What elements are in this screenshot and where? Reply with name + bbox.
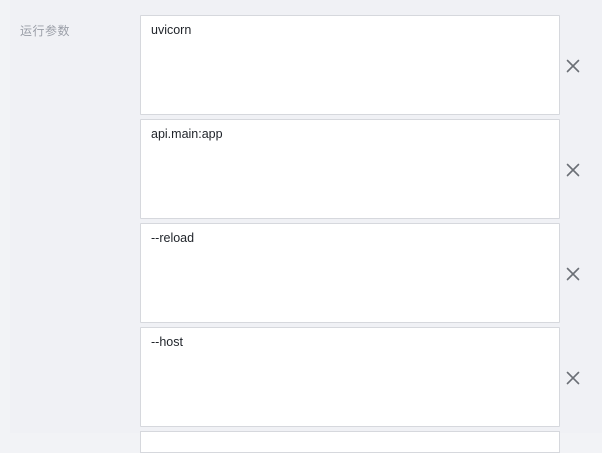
arg-row: --reload [140,223,600,323]
arg-row: api.main:app [140,119,600,219]
run-args-label: 运行参数 [20,24,71,38]
remove-arg-button[interactable] [565,162,581,178]
close-icon [566,163,580,177]
remove-arg-button[interactable] [565,266,581,282]
arg-textarea[interactable]: uvicorn [140,15,560,115]
arg-value: api.main:app [151,127,223,141]
close-icon [566,59,580,73]
remove-arg-button[interactable] [565,58,581,74]
arg-value: uvicorn [151,23,192,37]
arg-textarea[interactable]: api.main:app [140,119,560,219]
arg-row: uvicorn [140,15,600,115]
close-icon [566,267,580,281]
arg-textarea[interactable]: --reload [140,223,560,323]
arg-value: --reload [151,231,195,245]
close-icon [566,371,580,385]
remove-arg-button[interactable] [565,370,581,386]
arg-row: --host [140,327,600,427]
arg-textarea[interactable]: --host [140,327,560,427]
arg-value: --host [151,335,183,349]
arg-textarea-partial[interactable] [140,431,560,453]
